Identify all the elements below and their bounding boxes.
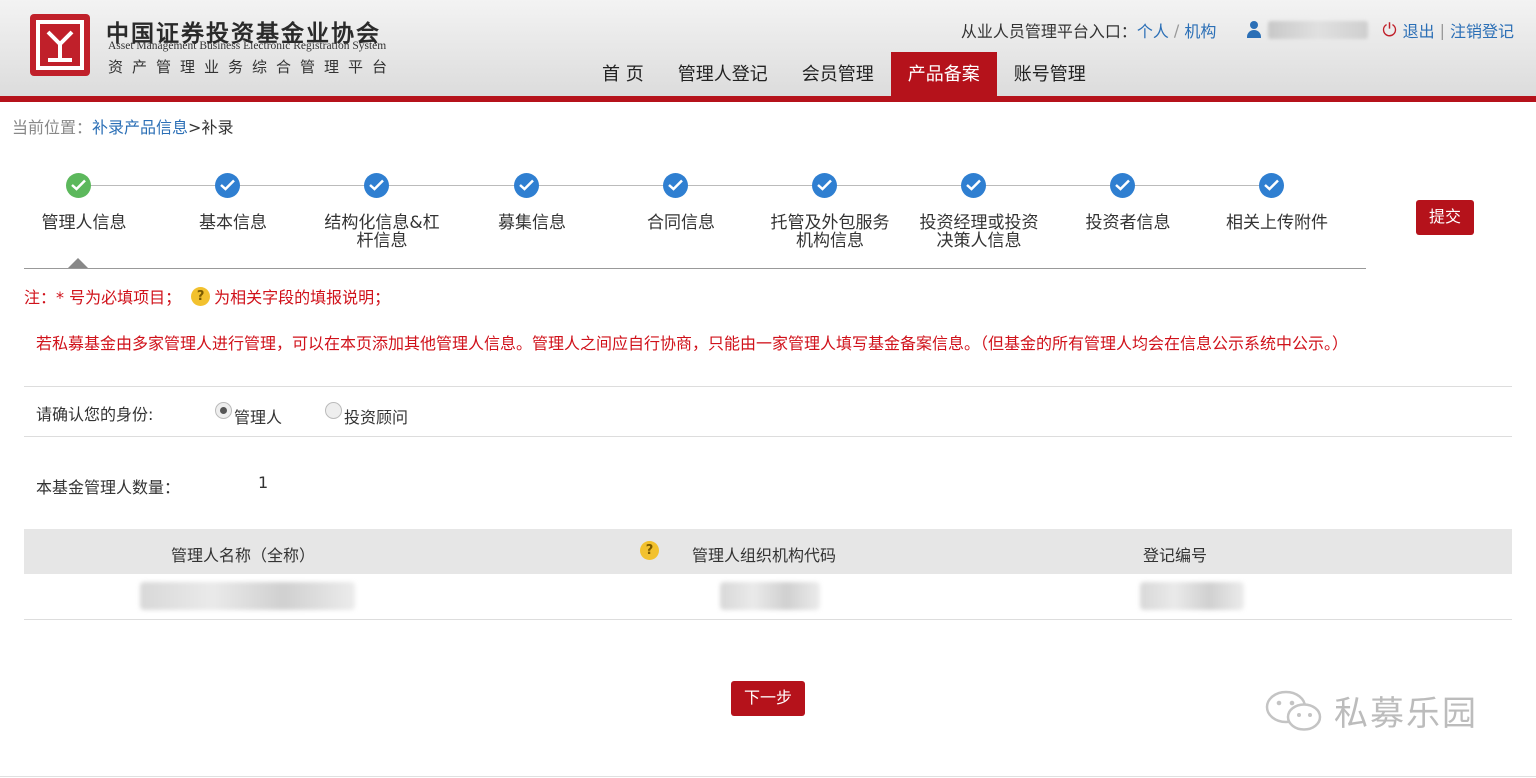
divider bbox=[24, 386, 1512, 387]
col-registration-no: 登记编号 bbox=[1143, 546, 1208, 565]
help-icon[interactable]: ? bbox=[640, 541, 659, 560]
org-name-en: Asset Management Business Electronic Reg… bbox=[108, 40, 387, 52]
header: 中国证券投资基金业协会 Asset Management Business El… bbox=[0, 0, 1536, 96]
step-4-check-icon bbox=[514, 173, 539, 198]
header-red-bar bbox=[0, 96, 1536, 102]
step-attachments[interactable]: 相关上传附件 bbox=[1212, 214, 1342, 232]
entry-label: 从业人员管理平台入口： bbox=[960, 22, 1137, 41]
radio-investment-advisor-label[interactable]: 投资顾问 bbox=[344, 404, 408, 428]
manager-table-header: 管理人名称（全称） ? 管理人组织机构代码 登记编号 bbox=[24, 529, 1512, 574]
multi-manager-note: 若私募基金由多家管理人进行管理，可以在本页添加其他管理人信息。管理人之间应自行协… bbox=[36, 334, 1349, 353]
nav-product-filing[interactable]: 产品备案 bbox=[890, 52, 997, 96]
link-divider: | bbox=[1439, 20, 1445, 40]
step-custody-outsourcing-info[interactable]: 托管及外包服务机构信息 bbox=[765, 214, 895, 250]
breadcrumb-link[interactable]: 补录产品信息 bbox=[92, 118, 188, 137]
username-blurred bbox=[1268, 21, 1369, 39]
manager-count-label: 本基金管理人数量： bbox=[36, 478, 181, 497]
entry-personal-link[interactable]: 个人 bbox=[1137, 18, 1169, 42]
radio-investment-advisor[interactable] bbox=[325, 402, 342, 419]
blurred-registration-no bbox=[1140, 582, 1244, 610]
help-note-text: 为相关字段的填报说明； bbox=[214, 288, 391, 307]
step-investment-manager-info[interactable]: 投资经理或投资决策人信息 bbox=[914, 214, 1044, 250]
cancel-register-link[interactable]: 注销登记 bbox=[1450, 18, 1514, 42]
step-5-check-icon bbox=[663, 173, 688, 198]
manager-count-value: 1 bbox=[258, 473, 269, 492]
radio-manager-label[interactable]: 管理人 bbox=[234, 404, 282, 428]
top-links: 从业人员管理平台入口： 个人 / 机构 ⏻ 退出 | 注销登记 bbox=[961, 18, 1514, 42]
breadcrumb: 当前位置：补录产品信息>补录 bbox=[12, 114, 233, 138]
divider bbox=[24, 436, 1512, 437]
user-icon bbox=[1246, 21, 1262, 39]
nav-account-management[interactable]: 账号管理 bbox=[997, 52, 1103, 96]
steps-divider bbox=[24, 268, 1366, 269]
watermark: 私募乐园 bbox=[1264, 686, 1478, 735]
nav-home[interactable]: 首 页 bbox=[585, 52, 661, 96]
breadcrumb-sep: > bbox=[188, 118, 202, 137]
blurred-manager-name bbox=[140, 582, 355, 610]
nav-member-management[interactable]: 会员管理 bbox=[785, 52, 891, 96]
step-8-check-icon bbox=[1110, 173, 1135, 198]
page-bottom-line bbox=[0, 776, 1536, 777]
power-icon[interactable]: ⏻ bbox=[1382, 20, 1396, 41]
amac-logo bbox=[30, 14, 90, 76]
step-investor-info[interactable]: 投资者信息 bbox=[1063, 214, 1193, 232]
entry-slash: / bbox=[1173, 20, 1180, 40]
blurred-org-code bbox=[720, 582, 820, 610]
next-step-button[interactable]: 下一步 bbox=[731, 681, 805, 716]
step-2-check-icon bbox=[215, 173, 240, 198]
required-note: 注：* 号为必填项目； ? 为相关字段的填报说明； bbox=[24, 284, 390, 308]
identity-label: 请确认您的身份: bbox=[36, 405, 154, 424]
col-manager-name: 管理人名称（全称） bbox=[171, 546, 316, 565]
step-9-check-icon bbox=[1259, 173, 1284, 198]
wechat-icon bbox=[1265, 690, 1322, 731]
step-3-check-icon bbox=[364, 173, 389, 198]
step-structured-leverage-info[interactable]: 结构化信息&杠杆信息 bbox=[317, 214, 447, 250]
org-subtitle: 资产管理业务综合管理平台 bbox=[108, 58, 397, 76]
help-icon: ? bbox=[191, 286, 211, 306]
step-manager-info[interactable]: 管理人信息 bbox=[19, 214, 149, 232]
step-fundraising-info[interactable]: 募集信息 bbox=[467, 214, 597, 232]
col-org-code: 管理人组织机构代码 bbox=[692, 546, 837, 565]
step-7-check-icon bbox=[961, 173, 986, 198]
radio-manager[interactable] bbox=[215, 402, 232, 419]
table-row[interactable] bbox=[24, 574, 1512, 620]
submit-button[interactable]: 提交 bbox=[1416, 200, 1474, 235]
entry-org-link[interactable]: 机构 bbox=[1184, 18, 1216, 42]
watermark-text: 私募乐园 bbox=[1334, 694, 1478, 734]
step-contract-info[interactable]: 合同信息 bbox=[616, 214, 746, 232]
breadcrumb-prefix: 当前位置： bbox=[12, 118, 93, 137]
main-nav: 首 页 管理人登记 会员管理 产品备案 账号管理 bbox=[585, 52, 1103, 96]
required-note-text: 注：* 号为必填项目； bbox=[24, 288, 182, 307]
breadcrumb-current: 补录 bbox=[201, 118, 234, 137]
step-basic-info[interactable]: 基本信息 bbox=[168, 214, 298, 232]
nav-manager-registration[interactable]: 管理人登记 bbox=[661, 52, 785, 96]
step-6-check-icon bbox=[812, 173, 837, 198]
step-1-check-icon bbox=[66, 173, 91, 198]
logout-link[interactable]: 退出 bbox=[1403, 18, 1435, 42]
